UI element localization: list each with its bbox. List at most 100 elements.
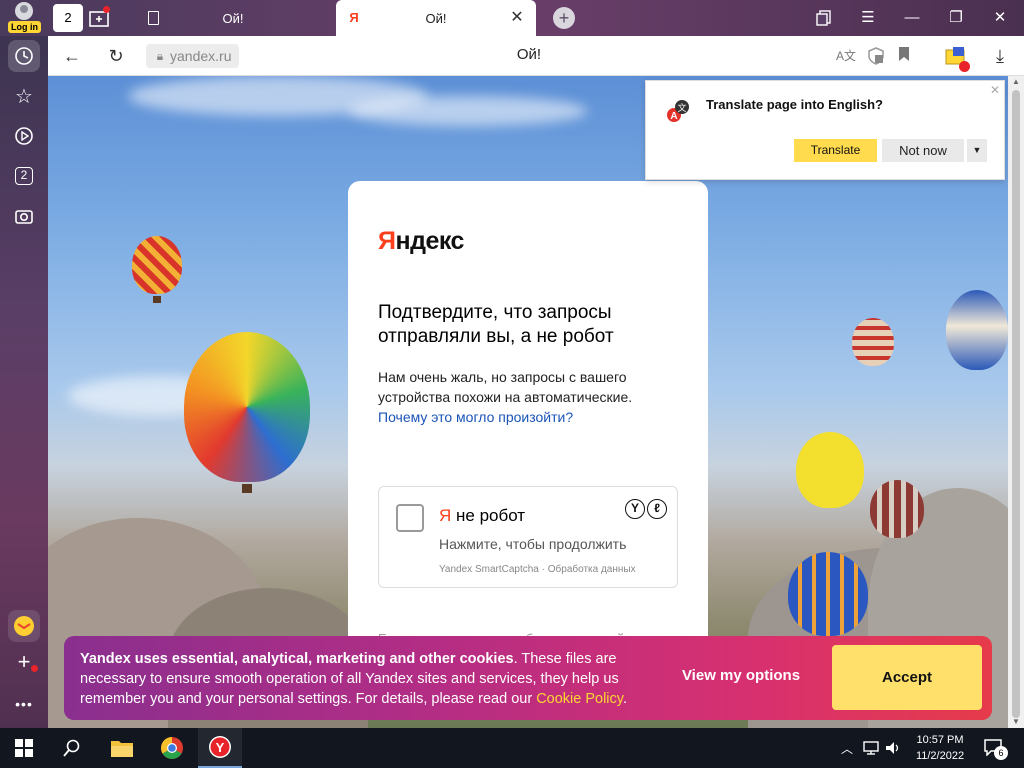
translate-popup: ✕ A 文 Translate page into English? Trans… — [645, 80, 1005, 180]
close-popup-icon[interactable]: ✕ — [990, 83, 1000, 97]
cookie-policy-link[interactable]: Cookie Policy — [536, 691, 623, 707]
yandex-mail-icon — [14, 616, 34, 636]
why-link[interactable]: Почему это могло произойти? — [378, 409, 573, 425]
not-robot-checkbox[interactable] — [396, 504, 424, 532]
show-hidden-icons-button[interactable]: ︿ — [838, 728, 856, 768]
browser-title-bar: Log in 2 Ой! Я Ой! ✕ + ☰ — ❐ ✕ — [0, 0, 1024, 36]
notification-center-button[interactable]: 6 — [984, 738, 1008, 760]
back-button[interactable]: ← — [60, 44, 84, 68]
new-tab-group-button[interactable] — [88, 6, 112, 30]
notes-alert-badge — [959, 61, 970, 72]
shield-icon — [868, 47, 884, 65]
close-tab-icon[interactable]: ✕ — [508, 9, 526, 27]
sidebar-mail-button[interactable] — [8, 610, 40, 642]
balloon — [132, 236, 182, 294]
robot-letter: Я — [439, 506, 452, 525]
yandex-logo[interactable]: Яндекс — [378, 227, 464, 256]
network-button[interactable] — [860, 728, 882, 768]
menu-button[interactable]: ☰ — [846, 0, 890, 36]
page-title: Ой! — [516, 46, 542, 63]
captcha-leaf-icon: ℓ — [647, 499, 667, 519]
search-icon — [63, 739, 80, 757]
translate-button[interactable]: Translate — [794, 139, 877, 162]
lock-icon[interactable]: 🔒︎ — [150, 46, 170, 66]
captcha-card: Яндекс Подтвердите, что запросы отправля… — [348, 181, 708, 651]
balloon — [946, 290, 1008, 370]
yandex-browser-button[interactable]: Y — [198, 728, 242, 768]
scroll-up-arrow-icon[interactable]: ▲ — [1008, 76, 1024, 88]
smartcaptcha-note[interactable]: Yandex SmartCaptcha · Обработка данных — [439, 564, 636, 575]
view-options-button[interactable]: View my options — [676, 667, 806, 684]
balloon — [870, 480, 924, 538]
collections-icon — [816, 10, 831, 26]
sidebar-media-button[interactable] — [8, 120, 40, 152]
cookie-end: . — [622, 691, 627, 707]
plus-icon: + — [17, 649, 31, 674]
network-icon — [863, 741, 879, 755]
close-window-button[interactable]: ✕ — [978, 0, 1022, 36]
restore-button[interactable]: ❐ — [934, 0, 978, 36]
system-clock[interactable]: 10:57 PM 11/2/2022 — [900, 732, 980, 764]
tab-2-title: Ой! — [425, 10, 447, 26]
description-text: Нам очень жаль, но запросы с вашего устр… — [378, 369, 633, 405]
new-tab-button[interactable]: + — [553, 7, 575, 29]
play-circle-icon — [15, 127, 33, 145]
yandex-y-icon: Y — [625, 499, 645, 519]
bookmark-icon[interactable] — [894, 46, 914, 66]
not-robot-label: Я не робот — [439, 506, 525, 526]
tabs-collection-button[interactable] — [802, 0, 846, 36]
chevron-down-icon: ▼ — [972, 145, 982, 155]
notification-count-badge: 6 — [994, 746, 1008, 760]
translate-question: Translate page into English? — [706, 97, 883, 112]
svg-text:Y: Y — [216, 740, 225, 755]
balloon — [852, 318, 894, 366]
sidebar-history-button[interactable] — [8, 40, 40, 72]
folder-icon — [111, 741, 133, 757]
accept-button[interactable]: Accept — [832, 645, 982, 710]
tab-2-active[interactable]: Я Ой! ✕ — [336, 0, 536, 36]
captcha-description: Нам очень жаль, но запросы с вашего устр… — [378, 367, 658, 427]
file-explorer-button[interactable] — [98, 728, 146, 768]
tab-1[interactable]: Ой! — [134, 0, 332, 36]
scroll-down-arrow-icon[interactable]: ▼ — [1008, 716, 1024, 728]
home-tabs-button[interactable]: 2 — [53, 4, 83, 32]
url-field[interactable]: 🔒︎ yandex.ru — [146, 44, 240, 68]
notes-extension-button[interactable] — [945, 46, 970, 72]
protect-shield-icon[interactable] — [866, 46, 886, 66]
sidebar-add-button[interactable]: + — [8, 646, 40, 678]
home-tabs-count: 2 — [64, 10, 72, 25]
translate-icon[interactable]: A文 — [836, 46, 856, 66]
start-button[interactable] — [0, 728, 48, 768]
add-notification-dot — [31, 665, 38, 672]
page-scrollbar[interactable]: ▲ ▼ — [1008, 76, 1024, 728]
sidebar-screenshot-button[interactable] — [8, 200, 40, 232]
balloon-basket — [242, 484, 252, 493]
sidebar-more-button[interactable]: ••• — [8, 688, 40, 720]
camera-icon — [15, 210, 33, 224]
search-button[interactable] — [48, 728, 96, 768]
login-label: Log in — [8, 21, 41, 33]
login-button[interactable]: Log in — [6, 2, 42, 34]
not-now-button[interactable]: Not now — [882, 139, 964, 162]
windows-taskbar: Y ︿ 10:57 PM 11/2/2022 6 — [0, 728, 1024, 768]
logo-rest: ндекс — [395, 227, 464, 255]
chrome-icon — [161, 737, 183, 759]
sidebar-tabs-button[interactable]: 2 — [8, 160, 40, 192]
svg-text:文: 文 — [677, 102, 686, 114]
star-icon: ☆ — [15, 85, 33, 108]
yandex-browser-icon: Y — [209, 736, 231, 758]
sidebar-bookmarks-button[interactable]: ☆ — [8, 80, 40, 112]
minimize-button[interactable]: — — [890, 0, 934, 36]
chrome-button[interactable] — [148, 728, 196, 768]
address-bar: ← ↻ 🔒︎ yandex.ru Ой! A文 ⤓ — [48, 36, 1024, 76]
scrollbar-thumb[interactable] — [1012, 90, 1020, 718]
reload-button[interactable]: ↻ — [104, 44, 128, 68]
balloon-basket — [153, 296, 161, 303]
clock-date: 11/2/2022 — [915, 750, 965, 762]
balloon-main — [184, 332, 310, 482]
chevron-up-icon: ︿ — [840, 741, 853, 756]
bookmark-flag-icon — [899, 47, 909, 61]
downloads-button[interactable]: ⤓ — [990, 46, 1010, 66]
translate-options-dropdown[interactable]: ▼ — [967, 139, 987, 162]
press-to-continue: Нажмите, чтобы продолжить — [439, 536, 627, 552]
